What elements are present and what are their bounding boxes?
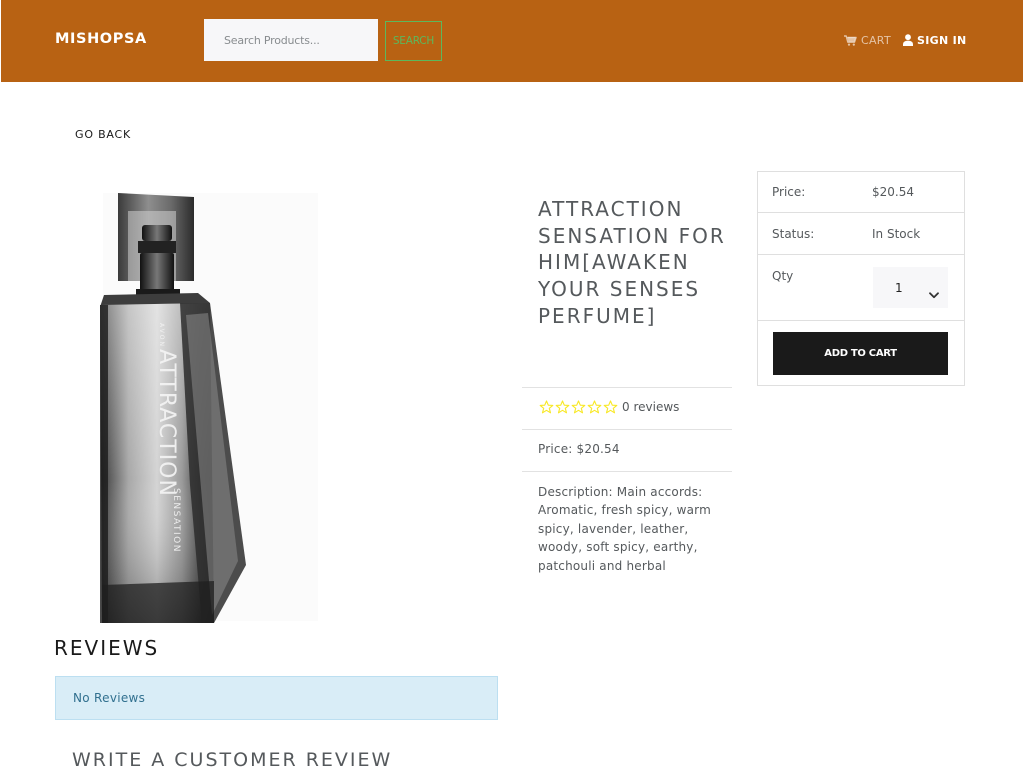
sign-in-link[interactable]: SIGN IN: [903, 32, 966, 48]
shopping-cart-icon: [844, 34, 857, 46]
divider: [522, 429, 732, 430]
divider: [522, 471, 732, 472]
user-icon: [903, 34, 913, 46]
svg-text:AVON: AVON: [158, 323, 165, 348]
product-price: Price: $20.54: [538, 442, 620, 456]
svg-text:SENSATION: SENSATION: [171, 488, 181, 553]
svg-text:ATTRACTION: ATTRACTION: [154, 349, 179, 497]
no-reviews-alert: No Reviews: [55, 676, 498, 720]
sign-in-label: SIGN IN: [917, 33, 967, 47]
status-label: Status:: [772, 227, 815, 241]
star-outline-icon: [571, 400, 586, 414]
cart-link[interactable]: CART: [844, 32, 891, 48]
star-outline-icon: [603, 400, 618, 414]
buy-card: Price: $20.54 Status: In Stock Qty 1 ADD…: [757, 171, 965, 386]
status-value: In Stock: [872, 227, 921, 241]
price-row: Price: $20.54: [758, 172, 964, 213]
search-input[interactable]: [204, 19, 378, 61]
price-value: $20.54: [872, 185, 914, 199]
navbar: MISHOPSA SEARCH CART SIGN IN: [1, 0, 1023, 82]
star-outline-icon: [539, 400, 554, 414]
qty-value: 1: [895, 280, 903, 295]
qty-label: Qty: [772, 269, 794, 283]
product-title: ATTRACTION SENSATION FOR HIM[AWAKEN YOUR…: [538, 197, 726, 328]
reviews-heading: REVIEWS: [54, 636, 160, 660]
search-button[interactable]: SEARCH: [385, 21, 442, 61]
price-label: Price:: [772, 185, 806, 199]
product-image: AVON ATTRACTION SENSATION: [90, 185, 322, 625]
star-outline-icon: [555, 400, 570, 414]
qty-select[interactable]: 1: [873, 267, 948, 308]
brand-logo[interactable]: MISHOPSA: [55, 31, 147, 47]
go-back-link[interactable]: GO BACK: [75, 128, 131, 141]
divider: [522, 387, 732, 388]
star-outline-icon: [587, 400, 602, 414]
chevron-down-icon: [929, 284, 939, 303]
review-count: 0 reviews: [622, 400, 680, 414]
cart-label: CART: [861, 33, 891, 47]
qty-row: Qty 1: [758, 255, 964, 321]
status-row: Status: In Stock: [758, 213, 964, 255]
add-to-cart-button[interactable]: ADD TO CART: [773, 332, 948, 375]
product-description: Description: Main accords: Aromatic, fre…: [538, 485, 711, 573]
rating: 0 reviews: [539, 400, 679, 414]
